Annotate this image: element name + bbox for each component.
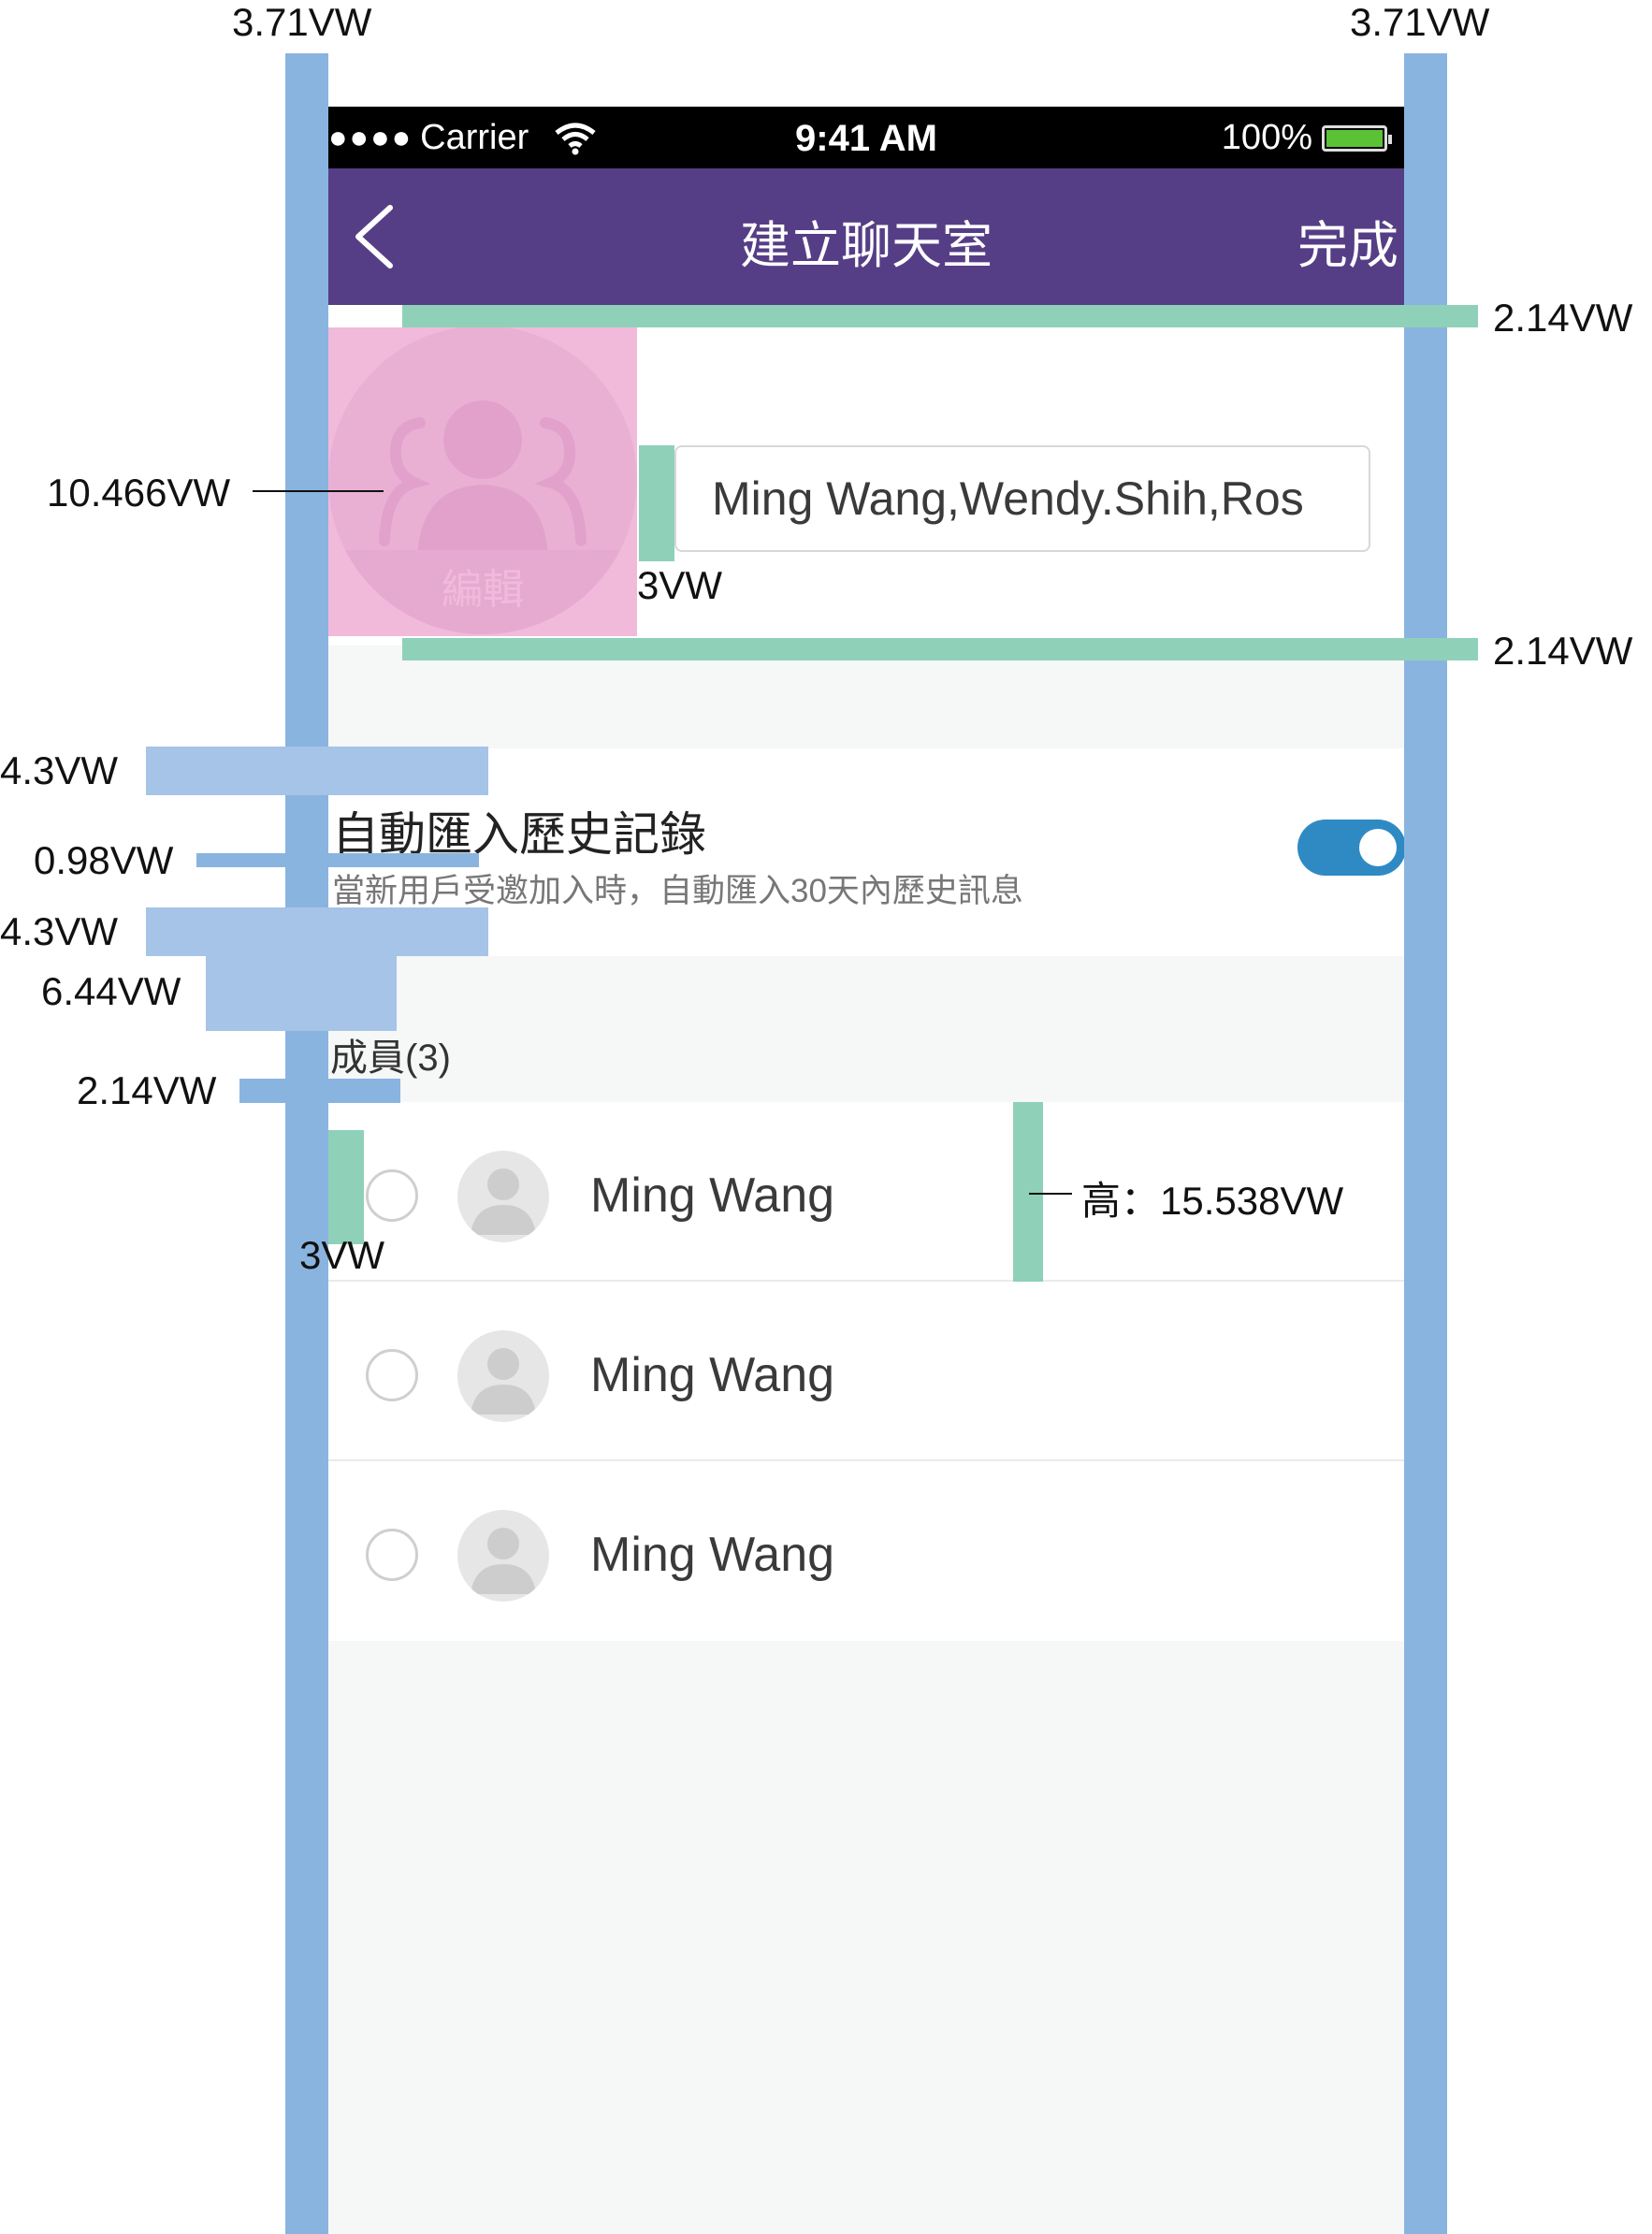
- row-height-leader: [1029, 1193, 1072, 1195]
- members-section-label: 成員(3): [330, 1037, 451, 1079]
- members-label-bottom-guide: [239, 1079, 400, 1103]
- radio-left-gap-label: 3VW: [299, 1233, 385, 1277]
- status-bar: ●●●● Carrier 9:41 AM 100%: [328, 107, 1404, 168]
- person-icon: [457, 1330, 549, 1422]
- group-name-input[interactable]: Ming Wang,Wendy.Shih,Ros: [674, 445, 1370, 552]
- history-bottom-pad-label: 4.3VW: [0, 909, 119, 953]
- members-label-top-guide: [206, 956, 397, 1031]
- header-top-gap-guide: [402, 305, 1478, 327]
- battery-status: 100%: [1222, 118, 1404, 158]
- auto-import-history-row: 自動匯入歷史記錄 當新用戶受邀加入時，自動匯入30天內歷史訊息: [328, 748, 1404, 956]
- row-height-label: 高：15.538VW: [1081, 1179, 1344, 1223]
- avatar-size-highlight: [328, 327, 637, 636]
- avatar-size-leader: [253, 490, 384, 492]
- left-margin-label: 3.71VW: [232, 0, 372, 44]
- right-margin-label: 3.71VW: [1350, 0, 1490, 44]
- header-top-gap-label: 2.14VW: [1493, 296, 1633, 340]
- battery-icon: [1322, 124, 1392, 152]
- avatar-field-gap-label: 3VW: [637, 563, 723, 607]
- nav-bar: 建立聊天室 完成: [328, 168, 1404, 305]
- history-line-gap-label: 0.98VW: [34, 838, 174, 882]
- history-bottom-pad-guide: [146, 907, 488, 956]
- history-line-gap-guide: [196, 853, 479, 867]
- row-height-guide: [1013, 1102, 1043, 1282]
- member-name: Ming Wang: [590, 1348, 835, 1402]
- person-icon: [457, 1510, 549, 1602]
- member-row[interactable]: Ming Wang: [328, 1282, 1404, 1461]
- header-bottom-gap-guide: [402, 638, 1478, 660]
- history-toggle[interactable]: [1297, 820, 1404, 876]
- members-label-bottom-label: 2.14VW: [77, 1068, 217, 1112]
- avatar-field-gap-guide: [639, 445, 674, 561]
- radio-unchecked-icon[interactable]: [366, 1169, 418, 1222]
- battery-percent: 100%: [1221, 118, 1312, 157]
- header-bottom-gap-label: 2.14VW: [1493, 629, 1633, 673]
- person-icon: [457, 1151, 549, 1242]
- radio-unchecked-icon[interactable]: [366, 1349, 418, 1401]
- history-description: 當新用戶受邀加入時，自動匯入30天內歷史訊息: [332, 873, 1023, 909]
- history-top-pad-guide: [146, 747, 488, 795]
- page-title: 建立聊天室: [740, 218, 993, 274]
- done-button[interactable]: 完成: [1297, 204, 1398, 278]
- right-margin-guide: [1404, 53, 1447, 2234]
- history-top-pad-label: 4.3VW: [0, 748, 119, 792]
- left-margin-guide: [285, 53, 328, 2234]
- radio-unchecked-icon[interactable]: [366, 1529, 418, 1581]
- member-name: Ming Wang: [590, 1168, 835, 1223]
- member-name: Ming Wang: [590, 1528, 835, 1582]
- radio-left-gap-guide: [328, 1130, 364, 1244]
- members-label-top-label: 6.44VW: [41, 969, 181, 1013]
- toggle-knob: [1359, 829, 1397, 866]
- avatar-size-label: 10.466VW: [47, 471, 231, 515]
- member-row[interactable]: Ming Wang: [328, 1461, 1404, 1641]
